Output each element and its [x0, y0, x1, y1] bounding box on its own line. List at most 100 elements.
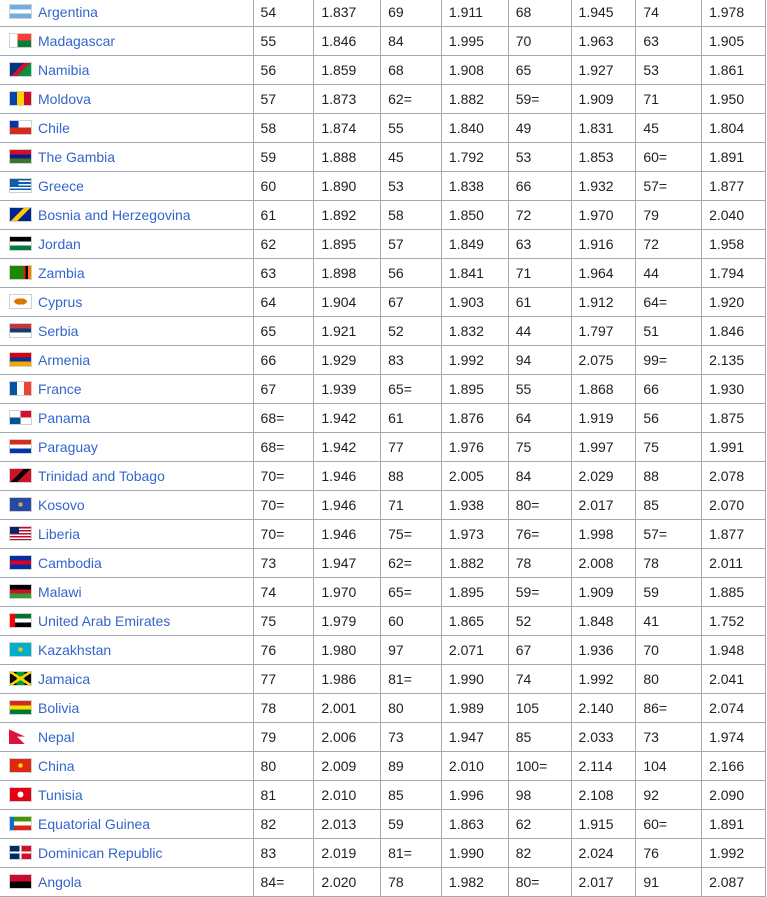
- score-cell: 2.008: [570, 548, 637, 578]
- rank-cell: 57=: [635, 519, 703, 549]
- country-link[interactable]: United Arab Emirates: [38, 613, 170, 629]
- rank-cell: 52: [507, 606, 572, 636]
- rank-cell: 73: [252, 548, 315, 578]
- score-cell: 1.863: [440, 809, 509, 839]
- flag-icon: [9, 352, 32, 368]
- country-link[interactable]: Namibia: [38, 62, 89, 78]
- flag-icon: [9, 33, 32, 49]
- flag-icon: [9, 236, 32, 252]
- score-cell: 1.875: [701, 403, 766, 433]
- country-cell: France: [0, 374, 254, 404]
- country-link[interactable]: Paraguay: [38, 439, 98, 455]
- rank-cell: 79: [252, 722, 315, 752]
- flag-icon: [9, 555, 32, 571]
- rank-cell: 77: [252, 664, 315, 694]
- flag-icon: [9, 91, 32, 107]
- table-row: Liberia 70= 1.946 75= 1.973 76= 1.998 57= 1.877: [0, 519, 766, 549]
- country-link[interactable]: Malawi: [38, 584, 82, 600]
- rank-cell: 52: [380, 316, 442, 346]
- country-link[interactable]: Trinidad and Tobago: [38, 468, 165, 484]
- country-link[interactable]: Angola: [38, 874, 82, 890]
- flag-icon: [9, 120, 32, 136]
- rank-cell: 80=: [507, 867, 572, 897]
- country-link[interactable]: Armenia: [38, 352, 90, 368]
- score-cell: 1.950: [701, 84, 766, 114]
- country-link[interactable]: Nepal: [38, 729, 75, 745]
- country-link[interactable]: Jordan: [38, 236, 81, 252]
- country-cell: Cyprus: [0, 287, 254, 317]
- rank-cell: 85: [380, 780, 442, 810]
- table-row: Dominican Republic 83 2.019 81= 1.990 82 2.024…: [0, 838, 766, 868]
- country-link[interactable]: Kosovo: [38, 497, 85, 513]
- score-cell: 1.980: [313, 635, 382, 665]
- rank-cell: 61: [380, 403, 442, 433]
- rank-cell: 62=: [380, 84, 442, 114]
- country-link[interactable]: Argentina: [38, 4, 98, 20]
- rank-cell: 53: [507, 142, 572, 172]
- rank-cell: 80: [380, 693, 442, 723]
- score-cell: 1.990: [440, 664, 509, 694]
- country-link[interactable]: The Gambia: [38, 149, 115, 165]
- country-cell: Equatorial Guinea: [0, 809, 254, 839]
- country-link[interactable]: Cambodia: [38, 555, 102, 571]
- country-cell: Argentina: [0, 0, 254, 27]
- table-row: Armenia 66 1.929 83 1.992 94 2.075 99= 2.135: [0, 345, 766, 375]
- country-link[interactable]: Chile: [38, 120, 70, 136]
- score-cell: 1.942: [313, 432, 382, 462]
- score-cell: 1.859: [313, 55, 382, 85]
- flag-icon: [9, 671, 32, 687]
- score-cell: 1.915: [570, 809, 637, 839]
- country-link[interactable]: France: [38, 381, 82, 397]
- country-link[interactable]: Jamaica: [38, 671, 90, 687]
- table-row: Bolivia 78 2.001 80 1.989 105 2.140 86= 2.074: [0, 693, 766, 723]
- score-cell: 2.135: [701, 345, 766, 375]
- country-link[interactable]: Panama: [38, 410, 90, 426]
- rank-cell: 57: [380, 229, 442, 259]
- rank-cell: 75: [252, 606, 315, 636]
- rank-cell: 91: [635, 867, 703, 897]
- country-link[interactable]: Greece: [38, 178, 84, 194]
- country-link[interactable]: Bolivia: [38, 700, 79, 716]
- flag-icon: [9, 613, 32, 629]
- score-cell: 1.938: [440, 490, 509, 520]
- score-cell: 1.891: [701, 142, 766, 172]
- country-link[interactable]: Cyprus: [38, 294, 82, 310]
- country-link[interactable]: Dominican Republic: [38, 845, 163, 861]
- score-cell: 2.108: [570, 780, 637, 810]
- table-row: Kazakhstan 76 1.980 97 2.071 67 1.936 70 1.948: [0, 635, 766, 665]
- country-link[interactable]: China: [38, 758, 75, 774]
- rank-cell: 61: [507, 287, 572, 317]
- score-cell: 1.873: [313, 84, 382, 114]
- score-cell: 1.942: [313, 403, 382, 433]
- country-link[interactable]: Liberia: [38, 526, 80, 542]
- rank-cell: 67: [380, 287, 442, 317]
- rank-cell: 72: [507, 200, 572, 230]
- score-cell: 1.986: [313, 664, 382, 694]
- rank-cell: 63: [252, 258, 315, 288]
- score-cell: 2.019: [313, 838, 382, 868]
- ranking-table: Argentina 54 1.837 69 1.911 68 1.945 74 1.978 Mad…: [0, 0, 766, 897]
- country-cell: Bolivia: [0, 693, 254, 723]
- flag-icon: [9, 178, 32, 194]
- country-link[interactable]: Kazakhstan: [38, 642, 111, 658]
- country-link[interactable]: Madagascar: [38, 33, 115, 49]
- country-link[interactable]: Serbia: [38, 323, 78, 339]
- rank-cell: 97: [380, 635, 442, 665]
- rank-cell: 78: [635, 548, 703, 578]
- rank-cell: 65: [507, 55, 572, 85]
- score-cell: 2.087: [701, 867, 766, 897]
- flag-icon: [9, 323, 32, 339]
- country-link[interactable]: Moldova: [38, 91, 91, 107]
- country-link[interactable]: Tunisia: [38, 787, 83, 803]
- rank-cell: 83: [252, 838, 315, 868]
- country-link[interactable]: Equatorial Guinea: [38, 816, 150, 832]
- rank-cell: 56: [635, 403, 703, 433]
- table-body: Argentina 54 1.837 69 1.911 68 1.945 74 1.978 Mad…: [0, 0, 766, 897]
- country-link[interactable]: Zambia: [38, 265, 85, 281]
- score-cell: 1.846: [313, 26, 382, 56]
- country-cell: Angola: [0, 867, 254, 897]
- score-cell: 2.140: [570, 693, 637, 723]
- rank-cell: 56: [252, 55, 315, 85]
- country-link[interactable]: Bosnia and Herzegovina: [38, 207, 191, 223]
- score-cell: 1.804: [701, 113, 766, 143]
